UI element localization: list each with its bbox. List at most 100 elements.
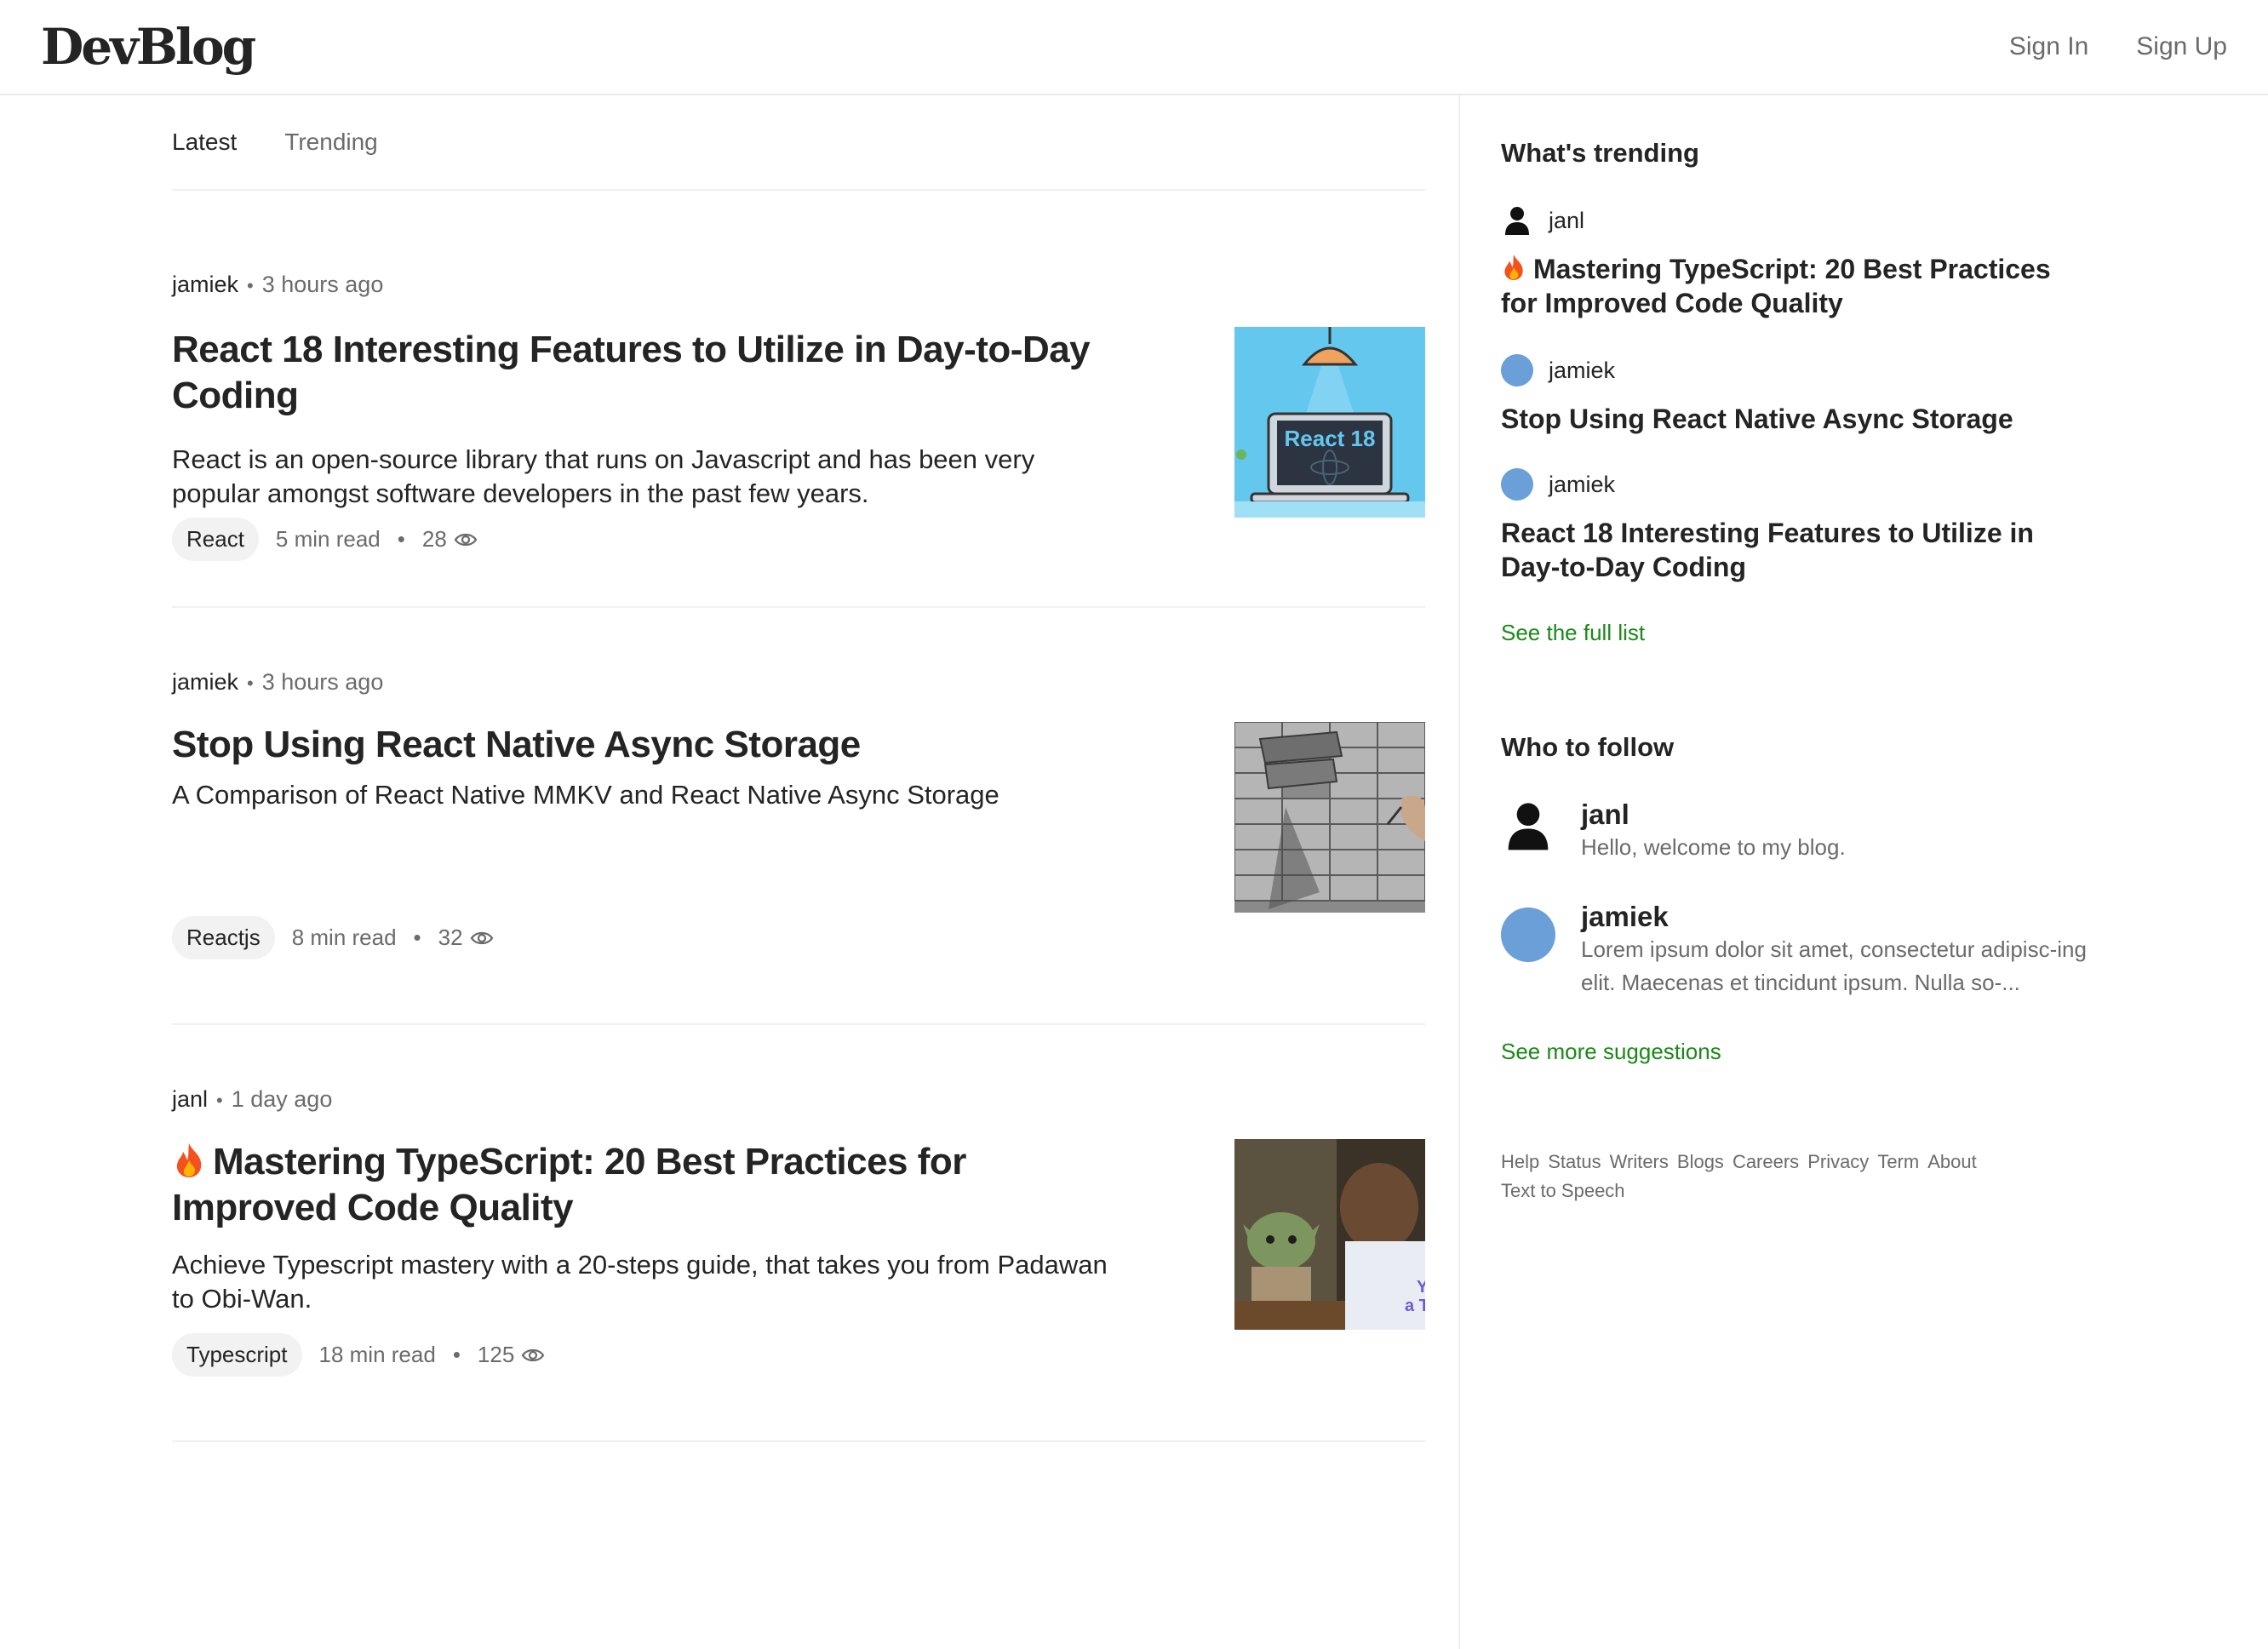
view-count: 28 (422, 526, 478, 553)
footer-link-text-to-speech[interactable]: Text to Speech (1501, 1180, 1625, 1202)
article-tag[interactable]: Reactjs (172, 916, 275, 959)
article-excerpt: A Comparison of React Native MMKV and Re… (172, 780, 999, 810)
article-meta: jamiek • 3 hours ago (172, 669, 383, 696)
user-icon (1501, 204, 1533, 237)
follow-name[interactable]: janl (1581, 799, 2092, 831)
article-author[interactable]: janl (172, 1086, 208, 1112)
trending-title[interactable]: Mastering TypeScript: 20 Best Practices … (1501, 252, 2088, 320)
view-count-value: 32 (438, 925, 463, 950)
article-thumbnail[interactable] (1234, 722, 1425, 913)
footer-link-privacy[interactable]: Privacy (1807, 1151, 1869, 1173)
see-full-list-link[interactable]: See the full list (1501, 620, 1645, 646)
see-more-suggestions-link[interactable]: See more suggestions (1501, 1039, 1721, 1065)
footer-link-status[interactable]: Status (1548, 1151, 1601, 1173)
read-time: 18 min read (318, 1342, 436, 1367)
view-count-value: 28 (421, 526, 447, 552)
article-title[interactable]: Stop Using React Native Async Storage (172, 722, 1134, 768)
fire-icon (1504, 255, 1523, 280)
follow-suggestion[interactable]: janl Hello, welcome to my blog. (1501, 799, 2092, 864)
article-card[interactable]: jamiek • 3 hours ago React 18 Interesting … (172, 191, 1425, 608)
read-time: 5 min read (275, 526, 381, 552)
top-header: DevBlog Sign In Sign Up (0, 0, 2268, 95)
meta-dot: • (216, 1090, 223, 1111)
footer-link-careers[interactable]: Careers (1732, 1151, 1799, 1173)
trending-item[interactable]: janl Mastering TypeScript: 20 Best Pract… (1501, 204, 2088, 320)
article-footer: Typescript 18 min read • 125 (172, 1333, 545, 1377)
trending-author[interactable]: janl (1501, 204, 2088, 237)
article-title-text: Mastering TypeScript: 20 Best Practices … (172, 1141, 966, 1228)
fire-icon (176, 1143, 202, 1177)
article-title[interactable]: Mastering TypeScript: 20 Best Practices … (172, 1139, 1134, 1231)
footer-link-about[interactable]: About (1927, 1151, 1977, 1173)
article-author[interactable]: jamiek (172, 669, 238, 695)
meta-dot: • (247, 275, 254, 296)
article-excerpt: Achieve Typescript mastery with a 20-ste… (172, 1250, 1108, 1314)
follow-heading: Who to follow (1501, 732, 1675, 762)
feed: Latest Trending jamiek • 3 hours ago React… (172, 95, 1425, 1442)
article-tag[interactable]: React (172, 518, 259, 561)
eye-icon (470, 931, 493, 944)
sign-in-link[interactable]: Sign In (2009, 32, 2088, 61)
avatar (1501, 354, 1533, 386)
tab-latest[interactable]: Latest (172, 129, 237, 156)
article-meta: janl • 1 day ago (172, 1086, 332, 1113)
article-thumbnail[interactable]: React 18 (1234, 327, 1425, 518)
article-footer: React 5 min read • 28 (172, 518, 478, 561)
article-author[interactable]: jamiek (172, 272, 238, 297)
eye-icon (454, 533, 478, 546)
feed-tabs: Latest Trending (172, 95, 1425, 191)
tab-trending[interactable]: Trending (284, 129, 377, 156)
site-logo[interactable]: DevBlog (41, 18, 256, 76)
article-tag[interactable]: Typescript (172, 1333, 302, 1377)
trending-author[interactable]: jamiek (1501, 468, 2088, 501)
avatar (1501, 908, 1555, 962)
eye-icon (522, 1348, 545, 1361)
article-meta: jamiek • 3 hours ago (172, 272, 383, 298)
app-root: DevBlog Sign In Sign Up Latest Trending … (0, 0, 2268, 1649)
trending-author[interactable]: jamiek (1501, 354, 2088, 386)
article-card[interactable]: jamiek • 3 hours ago Stop Using React Nati… (172, 608, 1425, 1025)
footer-link-writers[interactable]: Writers (1610, 1151, 1669, 1173)
trending-title-text: Mastering TypeScript: 20 Best Practices … (1501, 254, 2051, 318)
view-count: 125 (478, 1342, 545, 1368)
meta-dot: • (413, 925, 421, 950)
meta-dot: • (452, 1342, 461, 1367)
svg-text:a T: a T (1405, 1297, 1425, 1315)
article-excerpt: React is an open-source library that run… (172, 444, 1035, 508)
view-count-value: 125 (477, 1342, 515, 1367)
trending-author-name: jamiek (1549, 357, 1616, 383)
trending-item[interactable]: jamiek React 18 Interesting Features to … (1501, 468, 2088, 584)
follow-name[interactable]: jamiek (1581, 901, 2092, 933)
trending-author-name: janl (1549, 207, 1585, 233)
avatar (1501, 468, 1533, 501)
trending-item[interactable]: jamiek Stop Using React Native Async Sto… (1501, 354, 2088, 436)
follow-bio: Hello, welcome to my blog. (1581, 834, 1846, 860)
follow-suggestion[interactable]: jamiek Lorem ipsum dolor sit amet, conse… (1501, 901, 2092, 999)
trending-author-name: jamiek (1549, 471, 1616, 497)
auth-links: Sign In Sign Up (2009, 32, 2227, 61)
footer-links: Help Status Writers Blogs Careers Privac… (1501, 1151, 2046, 1202)
article-card[interactable]: janl • 1 day ago Mastering TypeScript: 20 … (172, 1025, 1425, 1442)
trending-title[interactable]: React 18 Interesting Features to Utilize… (1501, 516, 2088, 584)
article-time: 1 day ago (231, 1086, 333, 1112)
article-title[interactable]: React 18 Interesting Features to Utilize… (172, 327, 1134, 419)
footer-link-help[interactable]: Help (1501, 1151, 1539, 1173)
article-time: 3 hours ago (261, 669, 384, 695)
article-time: 3 hours ago (261, 272, 384, 297)
article-footer: Reactjs 8 min read • 32 (172, 916, 494, 959)
footer-link-blogs[interactable]: Blogs (1677, 1151, 1724, 1173)
svg-text:Yo: Yo (1417, 1278, 1425, 1297)
meta-dot: • (397, 526, 405, 552)
article-thumbnail[interactable]: Yo a T (1234, 1139, 1425, 1330)
trending-title[interactable]: Stop Using React Native Async Storage (1501, 402, 2088, 436)
svg-text:React 18: React 18 (1285, 426, 1376, 451)
user-icon (1501, 799, 1555, 853)
meta-dot: • (247, 673, 254, 694)
sign-up-link[interactable]: Sign Up (2136, 32, 2227, 61)
trending-heading: What's trending (1501, 138, 1699, 168)
read-time: 8 min read (291, 925, 397, 950)
follow-bio: Lorem ipsum dolor sit amet, consectetur … (1581, 936, 2087, 995)
column-divider (1458, 95, 1460, 1649)
footer-link-term[interactable]: Term (1877, 1151, 1919, 1173)
view-count: 32 (438, 925, 494, 951)
